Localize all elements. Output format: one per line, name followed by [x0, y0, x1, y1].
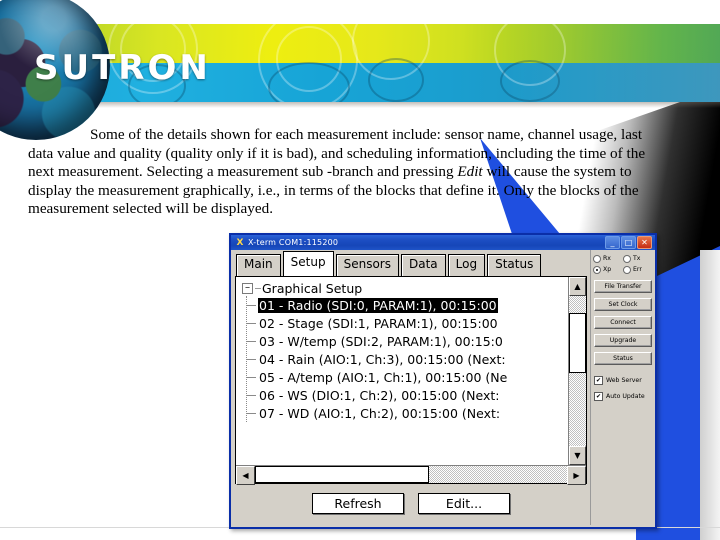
checkbox-icon-checked: ✔	[594, 392, 603, 401]
tree-connector	[247, 412, 256, 414]
window-title-bar[interactable]: X X-term COM1:115200 _ □ ✕	[231, 235, 655, 250]
refresh-button[interactable]: Refresh	[312, 492, 404, 514]
vertical-scroll-thumb[interactable]	[569, 313, 586, 373]
tree-item-04[interactable]: 04 - Rain (AIO:1, Ch:3), 00:15:00 (Next:	[247, 350, 568, 368]
maximize-button[interactable]: □	[621, 236, 636, 249]
tab-bar: Main Setup Sensors Data Log Status	[235, 251, 587, 276]
scroll-left-button[interactable]: ◀	[236, 466, 255, 485]
window-main-area: Main Setup Sensors Data Log Status − Gra…	[231, 250, 590, 525]
tree-item-label: 04 - Rain (AIO:1, Ch:3), 00:15:00 (Next:	[259, 351, 506, 367]
web-server-checkbox[interactable]: ✔ Web Server	[594, 376, 653, 385]
auto-update-checkbox[interactable]: ✔ Auto Update	[594, 392, 653, 401]
tab-status[interactable]: Status	[487, 254, 542, 276]
tree-and-scroll: − Graphical Setup 01 - Radio (SDI:0, PAR…	[236, 277, 586, 465]
banner-shadow	[0, 102, 720, 108]
vertical-scroll-track[interactable]	[569, 373, 586, 446]
terminal-icon: X	[236, 237, 244, 248]
tree-connector	[247, 322, 256, 324]
tree-connector	[247, 358, 256, 360]
indicator-label: Err	[633, 266, 642, 273]
checkbox-icon-checked: ✔	[594, 376, 603, 385]
tree-expander-icon[interactable]: −	[242, 282, 253, 294]
horizontal-scroll-track[interactable]	[429, 466, 567, 483]
checkbox-label: Auto Update	[606, 393, 645, 400]
paragraph-run-2-emphasis: Edit	[457, 163, 483, 181]
tab-data[interactable]: Data	[400, 254, 446, 276]
file-transfer-button[interactable]: File Transfer	[594, 280, 652, 293]
side-checkbox-group: ✔ Web Server ✔ Auto Update	[593, 376, 653, 401]
action-button-row: Refresh Edit...	[235, 484, 587, 522]
horizontal-scroll-thumb[interactable]	[255, 466, 429, 483]
tree-connector	[247, 394, 256, 396]
radio-icon	[623, 254, 631, 263]
window-body: Main Setup Sensors Data Log Status − Gra…	[231, 250, 655, 525]
indicator-tx[interactable]: Tx	[623, 253, 653, 264]
indicator-rx[interactable]: Rx	[593, 253, 623, 264]
side-control-panel: Rx Tx Xp Err File Transfer Set Clock Con…	[590, 250, 655, 525]
scroll-down-button[interactable]: ▼	[569, 446, 586, 465]
tab-main[interactable]: Main	[236, 254, 281, 276]
tab-setup[interactable]: Setup	[282, 251, 334, 276]
grey-edge-decoration	[700, 250, 720, 540]
upgrade-button[interactable]: Upgrade	[594, 334, 652, 347]
scroll-up-button[interactable]: ▲	[569, 277, 586, 296]
tree-item-label: 05 - A/temp (AIO:1, Ch:1), 00:15:00 (Ne	[259, 369, 508, 385]
tab-log[interactable]: Log	[447, 254, 486, 276]
indicator-err[interactable]: Err	[623, 264, 653, 275]
radio-icon-selected	[593, 265, 601, 274]
indicator-xp[interactable]: Xp	[593, 264, 623, 275]
tree-item-label: 03 - W/temp (SDI:2, PARAM:1), 00:15:0	[259, 333, 503, 349]
tree-item-05[interactable]: 05 - A/temp (AIO:1, Ch:1), 00:15:00 (Ne	[247, 368, 568, 386]
tree-children: 01 - Radio (SDI:0, PARAM:1), 00:15:00 02…	[246, 296, 568, 422]
radio-icon	[593, 254, 601, 263]
tree-item-label: 02 - Stage (SDI:1, PARAM:1), 00:15:00	[259, 315, 498, 331]
indicator-label: Xp	[603, 266, 612, 273]
window-controls: _ □ ✕	[605, 236, 653, 249]
window-title: X-term COM1:115200	[248, 238, 339, 247]
tree-item-07[interactable]: 07 - WD (AIO:1, Ch:2), 00:15:00 (Next:	[247, 404, 568, 422]
tree-connector	[247, 304, 256, 306]
tree-connector	[247, 340, 256, 342]
tree-item-03[interactable]: 03 - W/temp (SDI:2, PARAM:1), 00:15:0	[247, 332, 568, 350]
tree-item-label: 07 - WD (AIO:1, Ch:2), 00:15:00 (Next:	[259, 405, 501, 421]
tree-connector	[247, 376, 256, 378]
status-indicator-group: Rx Tx Xp Err	[593, 253, 653, 275]
minimize-button[interactable]: _	[605, 236, 620, 249]
close-button[interactable]: ✕	[637, 236, 652, 249]
radio-icon	[623, 265, 631, 274]
tree-root[interactable]: − Graphical Setup	[242, 280, 568, 296]
tab-sensors[interactable]: Sensors	[335, 254, 399, 276]
status-button[interactable]: Status	[594, 352, 652, 365]
slide-canvas: SUTRON Some of the details shown for eac…	[0, 0, 720, 540]
tree-item-01[interactable]: 01 - Radio (SDI:0, PARAM:1), 00:15:00	[247, 296, 568, 314]
scroll-right-button[interactable]: ▶	[567, 466, 586, 485]
set-clock-button[interactable]: Set Clock	[594, 298, 652, 311]
graphical-setup-tree[interactable]: − Graphical Setup 01 - Radio (SDI:0, PAR…	[236, 277, 568, 465]
tree-item-02[interactable]: 02 - Stage (SDI:1, PARAM:1), 00:15:00	[247, 314, 568, 332]
horizontal-scrollbar[interactable]: ◀ ▶	[236, 465, 586, 485]
body-paragraph: Some of the details shown for each measu…	[28, 126, 670, 219]
tree-item-06[interactable]: 06 - WS (DIO:1, Ch:2), 00:15:00 (Next:	[247, 386, 568, 404]
connect-button[interactable]: Connect	[594, 316, 652, 329]
tree-connector	[255, 287, 261, 289]
indicator-label: Tx	[633, 255, 641, 262]
edit-button[interactable]: Edit...	[418, 492, 510, 514]
vertical-scrollbar[interactable]: ▲ ▼	[568, 277, 586, 465]
xterm-window: X X-term COM1:115200 _ □ ✕ Main Setup Se…	[229, 233, 657, 529]
tree-item-label: 01 - Radio (SDI:0, PARAM:1), 00:15:00	[258, 297, 498, 313]
indicator-label: Rx	[603, 255, 611, 262]
setup-panel: − Graphical Setup 01 - Radio (SDI:0, PAR…	[235, 276, 587, 485]
tree-item-label: 06 - WS (DIO:1, Ch:2), 00:15:00 (Next:	[259, 387, 500, 403]
sutron-wordmark: SUTRON	[34, 48, 211, 88]
checkbox-label: Web Server	[606, 377, 642, 384]
tree-root-label: Graphical Setup	[262, 280, 363, 296]
